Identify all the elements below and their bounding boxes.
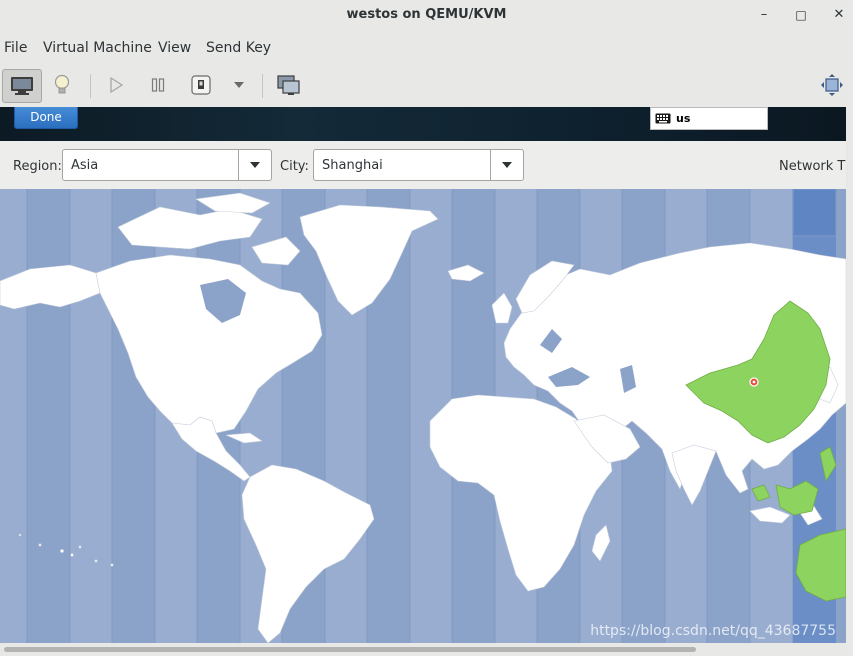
window-title: westos on QEMU/KVM [346,7,507,22]
city-value: Shanghai [322,158,383,173]
pause-icon [151,78,165,92]
selected-city-pin [749,377,759,387]
chevron-down-icon [250,162,260,168]
region-dropdown-arrow[interactable] [238,150,271,180]
region-label: Region: [13,159,62,174]
city-combo[interactable]: Shanghai [313,149,524,181]
city-label: City: [280,159,309,174]
world-map [0,189,846,643]
keyboard-layout-label: us [676,112,691,125]
city-dropdown-arrow[interactable] [490,150,523,180]
shutdown-menu-button[interactable] [222,69,256,101]
fullscreen-icon [821,74,843,96]
shutdown-button[interactable] [184,69,218,101]
maximize-button[interactable]: □ [792,6,810,24]
timezone-map[interactable]: https://blog.csdn.net/qq_43687755 [0,189,846,643]
menu-bar: File Virtual Machine View Send Key [0,30,853,66]
chevron-down-icon [502,162,512,168]
window-titlebar: westos on QEMU/KVM – □ ✕ [0,0,853,31]
done-button[interactable]: Done [14,107,78,129]
console-button[interactable] [2,69,42,103]
region-combo[interactable]: Asia [62,149,272,181]
menu-send-key[interactable]: Send Key [206,40,271,56]
watermark-text: https://blog.csdn.net/qq_43687755 [590,623,836,639]
run-icon [110,77,123,93]
details-lightbulb-icon [54,74,70,94]
vm-display[interactable]: Done us Region: Asia City: Shanghai Netw… [0,107,846,643]
menu-virtual-machine[interactable]: Virtual Machine [43,40,152,56]
shutdown-menu-icon [234,82,244,88]
vertical-scroll-track[interactable] [846,107,853,643]
close-button[interactable]: ✕ [830,6,848,24]
toolbar-separator [262,74,263,98]
snapshots-button[interactable] [272,69,306,101]
shutdown-icon [191,75,211,95]
snapshots-icon [277,75,300,95]
timezone-filter-bar: Region: Asia City: Shanghai Network T [0,141,846,189]
horizontal-scroll-thumb[interactable] [4,647,696,652]
keyboard-layout-indicator[interactable]: us [650,107,768,130]
toolbar-separator [90,74,91,98]
keyboard-icon [655,113,671,124]
region-value: Asia [71,158,99,173]
installer-header-banner: Done us [0,107,846,141]
run-button[interactable] [99,69,133,101]
menu-view[interactable]: View [158,40,191,56]
horizontal-scrollbar[interactable] [0,643,853,656]
menu-file[interactable]: File [4,40,27,56]
network-time-label: Network T [779,159,846,174]
fullscreen-button[interactable] [815,69,849,101]
details-button[interactable] [45,69,79,101]
minimize-button[interactable]: – [755,6,773,24]
toolbar [0,66,853,106]
pause-button[interactable] [141,69,175,101]
console-icon [11,77,33,95]
